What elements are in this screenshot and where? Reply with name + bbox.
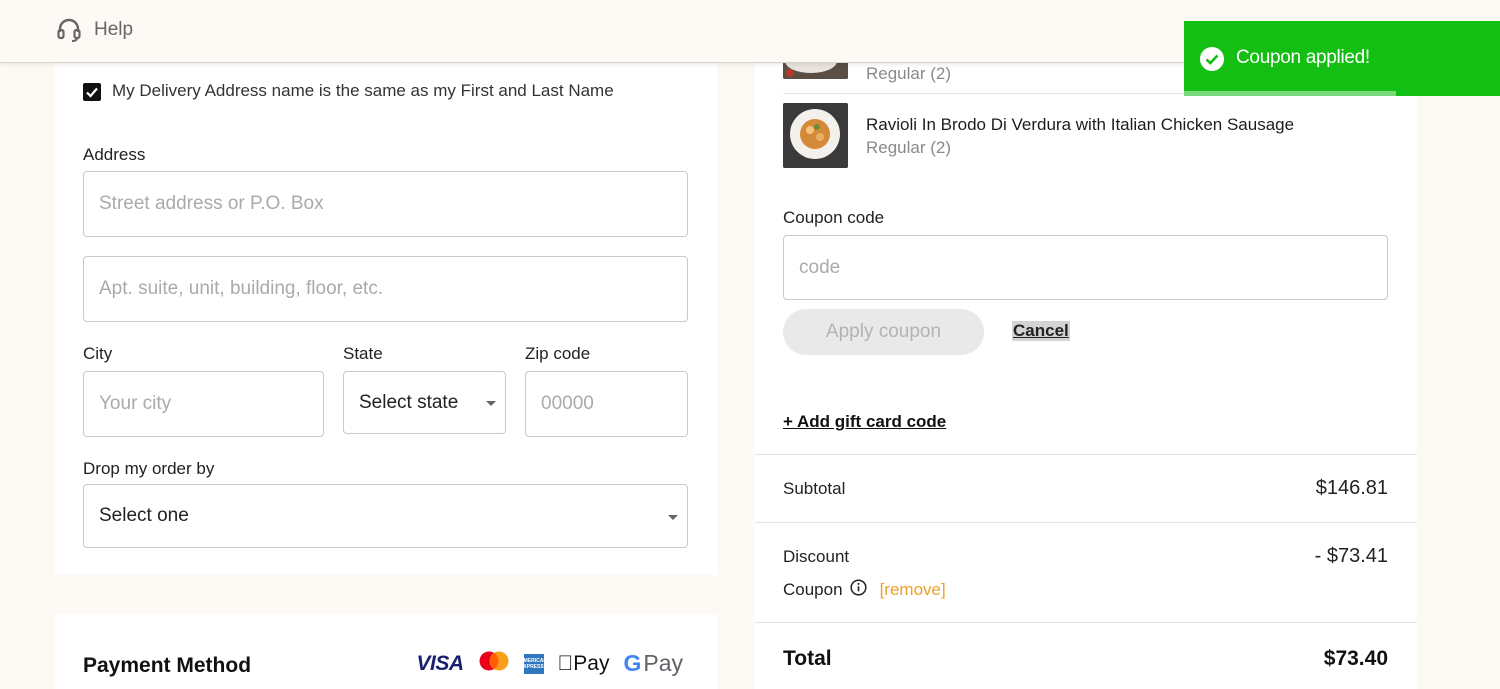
- state-select-value: Select state: [359, 391, 459, 413]
- zip-code-input[interactable]: [525, 371, 688, 437]
- cart-item-variant: Regular (2): [866, 64, 952, 83]
- payment-method-title: Payment Method: [83, 654, 252, 677]
- city-label: City: [83, 344, 113, 363]
- discount-label: Discount: [783, 547, 850, 566]
- divider: [755, 622, 1417, 623]
- chevron-down-icon: [486, 401, 496, 406]
- payment-icons: VISA AMERICAN EXPRESS Pay GPay: [417, 650, 683, 677]
- cancel-link[interactable]: Cancel: [1012, 321, 1070, 341]
- total-value: $73.40: [1323, 647, 1388, 670]
- coupon-code-label: Coupon code: [783, 208, 885, 227]
- remove-coupon-link[interactable]: [remove]: [880, 580, 946, 600]
- discount-value: - $73.41: [1314, 545, 1388, 567]
- subtotal-value: $146.81: [1315, 477, 1388, 499]
- coupon-label: Coupon: [783, 580, 843, 599]
- street-address-input[interactable]: [83, 171, 688, 237]
- state-select[interactable]: Select state: [343, 371, 506, 434]
- toast-message: Coupon applied!: [1236, 47, 1370, 68]
- divider: [755, 454, 1417, 455]
- apt-suite-input[interactable]: [83, 256, 688, 322]
- chevron-down-icon: [668, 515, 678, 520]
- address-label: Address: [83, 145, 146, 164]
- toast-progress-bar: [1184, 91, 1396, 96]
- payment-method-card: Payment Method VISA AMERICAN EXPRESS Pa…: [55, 614, 717, 689]
- total-label: Total: [783, 647, 832, 670]
- cart-item-thumbnail: [783, 103, 848, 168]
- add-gift-card-link[interactable]: + Add gift card code: [783, 412, 946, 432]
- cart-item-variant: Regular (2): [866, 138, 952, 157]
- google-pay-icon: G Pay: [623, 650, 683, 676]
- apply-coupon-button[interactable]: Apply coupon: [783, 309, 984, 355]
- drop-order-select[interactable]: Select one: [83, 484, 688, 548]
- drop-order-select-value: Select one: [99, 505, 189, 526]
- same-name-label: My Delivery Address name is the same as …: [112, 81, 614, 100]
- coupon-applied-toast[interactable]: Coupon applied!: [1184, 21, 1500, 96]
- zip-label: Zip code: [525, 344, 591, 363]
- headset-icon: [56, 17, 82, 43]
- same-name-checkbox[interactable]: [83, 83, 101, 101]
- info-icon[interactable]: [850, 579, 867, 601]
- cart-item-name: Ravioli In Brodo Di Verdura with Italian…: [866, 115, 1295, 134]
- subtotal-label: Subtotal: [783, 479, 846, 498]
- divider: [755, 522, 1417, 523]
- city-input[interactable]: [83, 371, 324, 437]
- coupon-code-input[interactable]: [783, 235, 1388, 300]
- delivery-address-card: My Delivery Address name is the same as …: [55, 63, 717, 575]
- drop-order-label: Drop my order by: [83, 459, 215, 478]
- amex-icon: AMERICAN EXPRESS: [520, 653, 547, 674]
- coupon-row: Coupon [remove]: [783, 579, 946, 601]
- order-summary-card: Regular (2) Ravioli In Brodo Di Verdura …: [755, 39, 1417, 689]
- help-link[interactable]: Help: [56, 17, 133, 43]
- visa-icon: VISA: [416, 651, 465, 675]
- check-circle-icon: [1200, 47, 1224, 76]
- apple-pay-icon: Pay: [558, 651, 610, 675]
- mastercard-icon: [478, 651, 510, 676]
- state-label: State: [343, 344, 383, 363]
- help-label: Help: [94, 19, 134, 40]
